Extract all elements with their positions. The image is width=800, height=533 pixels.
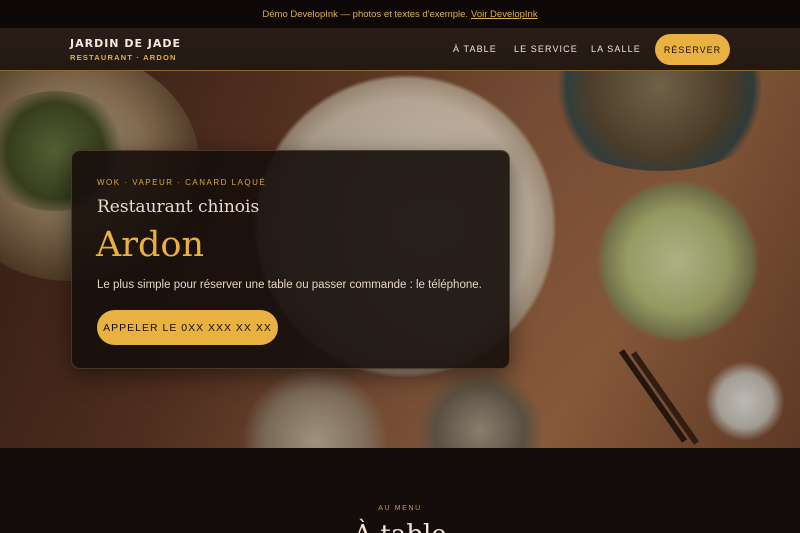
hero-card: WOK · VAPEUR · CANARD LAQUÉ Restaurant c… xyxy=(71,150,510,369)
hero-subtitle: Restaurant chinois xyxy=(97,197,260,217)
brand-subtitle: RESTAURANT · ARDON xyxy=(70,53,177,62)
demo-banner: Démo DevelopInk — photos et textes d'exe… xyxy=(0,0,800,28)
demo-banner-text: Démo DevelopInk — photos et textes d'exe… xyxy=(262,8,469,20)
brand-name: JARDIN DE JADE xyxy=(70,37,182,50)
demo-banner-link[interactable]: Voir DevelopInk xyxy=(471,9,538,20)
brand[interactable]: JARDIN DE JADE RESTAURANT · ARDON xyxy=(70,37,181,62)
hero-eyebrow: WOK · VAPEUR · CANARD LAQUÉ xyxy=(97,178,267,187)
nav-item-la-salle[interactable]: LA SALLE xyxy=(591,44,641,54)
menu-section-eyebrow: AU MENU xyxy=(378,505,422,512)
hero-title: Ardon xyxy=(96,225,205,265)
menu-section-title: À table xyxy=(0,520,800,533)
reserve-button[interactable]: RÉSERVER xyxy=(655,34,730,65)
nav-item-a-table[interactable]: À TABLE xyxy=(453,44,497,54)
hero-lead: Le plus simple pour réserver une table o… xyxy=(97,279,482,291)
nav-item-le-service[interactable]: LE SERVICE xyxy=(514,44,578,54)
call-button[interactable]: APPELER LE 0XX XXX XX XX xyxy=(97,310,278,345)
site-header: JARDIN DE JADE RESTAURANT · ARDON À TABL… xyxy=(0,28,800,71)
menu-section: AU MENU À table xyxy=(0,448,800,533)
